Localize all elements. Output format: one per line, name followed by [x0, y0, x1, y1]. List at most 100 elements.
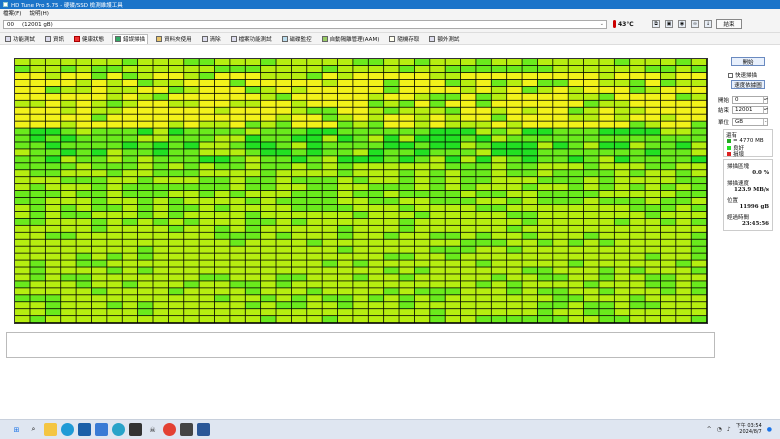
scan-block: [230, 86, 245, 93]
notifications-icon[interactable]: ●: [767, 426, 772, 433]
download-icon[interactable]: ↓: [704, 20, 712, 28]
start-field[interactable]: 0 ▴▾: [732, 96, 768, 104]
scan-block: [168, 184, 184, 191]
scan-block: [414, 281, 430, 288]
scan-block: [184, 211, 199, 218]
tab-file-benchmark[interactable]: 檔案功能測試: [229, 34, 274, 44]
tab-random-access[interactable]: 隨機存取: [387, 34, 421, 44]
network-icon[interactable]: ◔: [717, 426, 722, 433]
tab-extra-tests[interactable]: 額外測試: [427, 34, 461, 44]
scan-block: [276, 156, 291, 163]
scan-block: [45, 163, 61, 170]
menu-file[interactable]: 檔案(F): [3, 9, 21, 17]
scan-block: [553, 79, 568, 86]
scan-block: [630, 302, 645, 309]
scan-block: [322, 211, 338, 218]
scan-block: [45, 288, 61, 295]
scan-block: [76, 204, 92, 212]
meet-icon[interactable]: [78, 423, 91, 436]
scan-block: [368, 59, 384, 66]
scan-block: [91, 93, 107, 100]
scan-block: [307, 128, 322, 135]
scan-block: [184, 86, 199, 93]
tab-error-scan[interactable]: 錯誤掃描: [112, 33, 149, 44]
scan-block: [399, 163, 415, 170]
chrome-icon[interactable]: [163, 423, 176, 436]
scan-block: [168, 163, 184, 170]
scan-block: [430, 184, 445, 191]
edge-icon[interactable]: [61, 423, 74, 436]
alien-icon[interactable]: ☠: [146, 423, 159, 436]
scan-block: [568, 86, 584, 93]
volume-icon[interactable]: ♪: [727, 426, 731, 433]
scan-block: [660, 59, 676, 66]
spinner-icon[interactable]: ▴▾: [763, 97, 768, 103]
spinner-icon[interactable]: ▴▾: [763, 107, 768, 113]
tab-aam[interactable]: 自動隔離管理(AAM): [320, 34, 382, 44]
scan-block: [168, 128, 184, 135]
quick-scan-option[interactable]: 快速掃描: [728, 71, 757, 79]
scan-block: [138, 59, 153, 66]
scan-block: [507, 260, 522, 267]
tab-info[interactable]: 資訊: [43, 34, 66, 44]
copy-icon[interactable]: ⧉: [652, 20, 660, 28]
unit-select[interactable]: GB ⌄: [732, 118, 768, 126]
scan-block: [430, 93, 445, 100]
scan-block: [337, 135, 353, 142]
scan-block: [522, 302, 538, 309]
end-field[interactable]: 12001 ▴▾: [732, 106, 768, 114]
tab-disk-monitor[interactable]: 磁碟監控: [280, 34, 314, 44]
scan-block: [614, 177, 630, 184]
scan-block: [614, 149, 630, 156]
chevron-down-icon[interactable]: ⌄: [600, 21, 604, 27]
store-icon[interactable]: [129, 423, 142, 436]
start-button[interactable]: 開始: [731, 57, 765, 66]
file-explorer-icon[interactable]: [44, 423, 57, 436]
scan-block: [291, 170, 307, 177]
scan-block: [507, 281, 522, 288]
tab-label: 功能測試: [13, 36, 36, 43]
search-icon[interactable]: ⌕: [27, 423, 40, 436]
scan-block: [261, 197, 276, 205]
tab-folder-usage[interactable]: 資料夾使用: [154, 34, 194, 44]
scan-block: [399, 121, 415, 128]
scan-block: [491, 204, 507, 212]
scan-block: [45, 253, 61, 260]
tab-erase[interactable]: 清除: [200, 34, 223, 44]
scan-block: [214, 184, 230, 191]
tab-benchmark[interactable]: 功能測試: [3, 34, 37, 44]
scan-block: [153, 218, 168, 225]
scan-block: [122, 225, 138, 232]
scan-block: [645, 274, 661, 281]
clock[interactable]: 下午 03:54 2024/8/7: [736, 423, 762, 435]
mail-icon[interactable]: [95, 423, 108, 436]
camera-icon[interactable]: ◉: [678, 20, 686, 28]
tab-health[interactable]: 健康狀態: [72, 34, 106, 44]
scan-block: [199, 86, 215, 93]
scan-block: [122, 156, 138, 163]
chevron-down-icon[interactable]: ⌄: [763, 119, 767, 125]
scan-block: [599, 177, 614, 184]
scan-block: [261, 177, 276, 184]
scan-block: [368, 121, 384, 128]
quick-scan-checkbox[interactable]: [728, 72, 733, 78]
menu-help[interactable]: 說明(H): [29, 9, 48, 17]
scan-block: [599, 267, 614, 274]
link-icon[interactable]: ∞: [691, 20, 699, 28]
edge-alt-icon[interactable]: [112, 423, 125, 436]
save-icon[interactable]: ▣: [665, 20, 673, 28]
exit-button[interactable]: 結束: [716, 19, 742, 29]
scan-block: [276, 100, 291, 107]
scan-block: [199, 204, 215, 212]
chevron-up-icon[interactable]: ^: [707, 426, 712, 433]
drive-select[interactable]: 00 (12001 gB) ⌄: [3, 20, 607, 29]
speed-map-button[interactable]: 速度依據圖: [731, 80, 765, 89]
hdtune-icon[interactable]: [180, 423, 193, 436]
windows-start-icon[interactable]: ⊞: [10, 423, 23, 436]
task-manager-icon[interactable]: [197, 423, 210, 436]
scan-block: [414, 309, 430, 316]
scan-block: [184, 163, 199, 170]
scan-block: [460, 267, 476, 274]
scan-block: [645, 309, 661, 316]
scan-block: [276, 163, 291, 170]
